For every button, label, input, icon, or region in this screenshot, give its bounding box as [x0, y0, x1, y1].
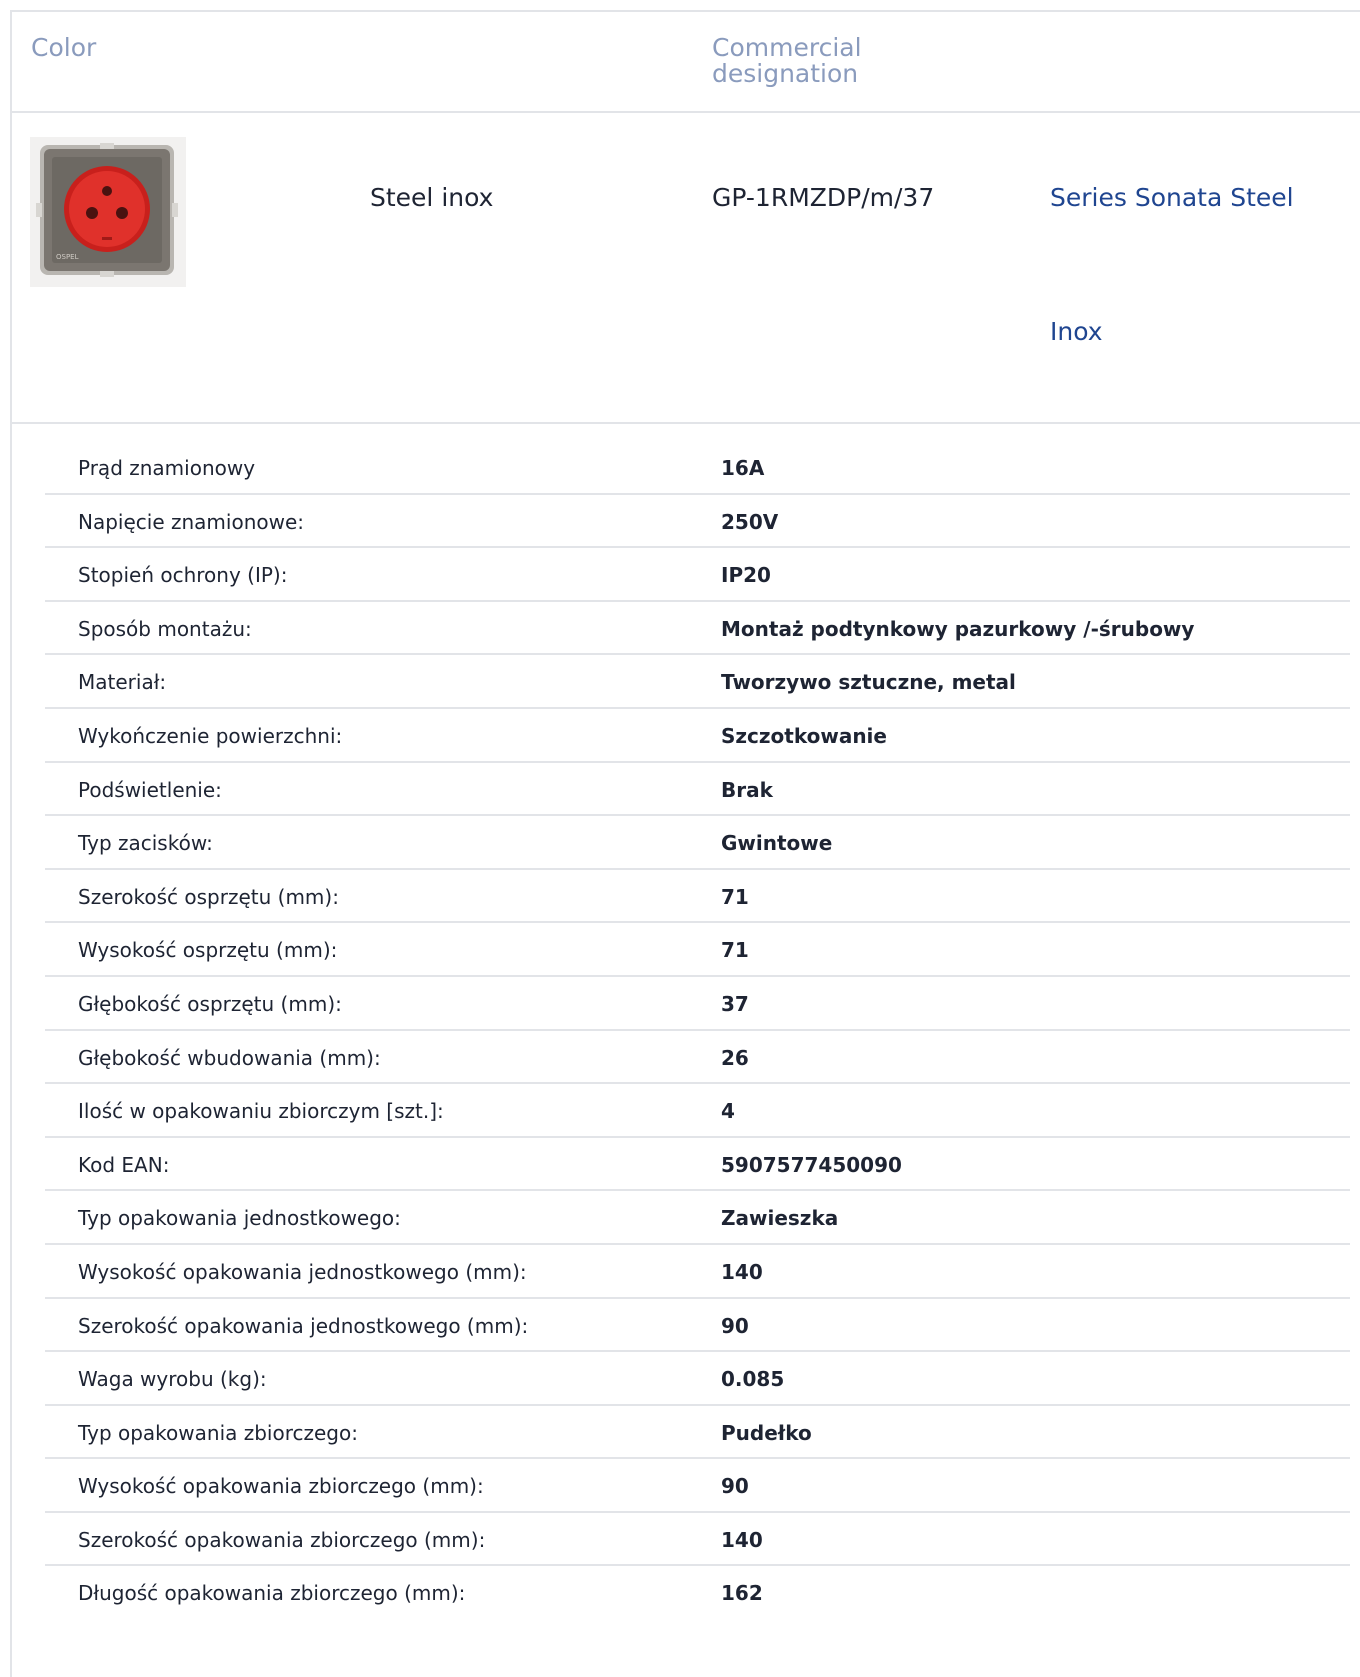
- svg-text:OSPEL: OSPEL: [56, 253, 79, 261]
- spec-value: 16A: [721, 456, 765, 480]
- spec-row: Typ opakowania jednostkowego: Zawieszka: [45, 1191, 1350, 1245]
- spec-label: Szerokość opakowania zbiorczego (mm):: [78, 1527, 486, 1552]
- spec-row: Waga wyrobu (kg): 0.085: [45, 1352, 1350, 1406]
- spec-label: Typ opakowania zbiorczego:: [78, 1420, 358, 1445]
- spec-row: Prąd znamionowy 16A: [45, 441, 1350, 495]
- spec-label: Materiał:: [78, 670, 167, 695]
- spec-label: Szerokość osprzętu (mm):: [78, 884, 339, 909]
- spec-value: Brak: [721, 777, 773, 802]
- spec-label: Podświetlenie:: [78, 777, 222, 802]
- spec-row: Kod EAN: 5907577450090: [45, 1138, 1350, 1192]
- spec-value: 4: [721, 1099, 735, 1124]
- spec-label: Typ opakowania jednostkowego:: [78, 1206, 401, 1231]
- spec-label: Wykończenie powierzchni:: [78, 723, 343, 748]
- spec-row: Głębokość wbudowania (mm): 26: [45, 1031, 1350, 1085]
- spec-value: Zawieszka: [721, 1206, 839, 1231]
- spec-row: Sposób montażu: Montaż podtynkowy pazurko…: [45, 602, 1350, 656]
- spec-value: Pudełko: [721, 1420, 812, 1445]
- spec-value: 90: [721, 1474, 749, 1499]
- spec-label: Głębokość osprzętu (mm):: [78, 991, 342, 1016]
- spec-row: Wykończenie powierzchni: Szczotkowanie: [45, 709, 1350, 763]
- spec-value: 90: [721, 1313, 749, 1338]
- spec-row: Szerokość opakowania zbiorczego (mm): 140: [45, 1513, 1350, 1567]
- spec-value: Gwintowe: [721, 831, 833, 856]
- spec-value: 0.085: [721, 1367, 785, 1392]
- series-link-continued[interactable]: Inox: [1050, 317, 1103, 346]
- spec-row: Materiał: Tworzywo sztuczne, metal: [45, 655, 1350, 709]
- spec-value: Montaż podtynkowy pazurkowy /-śrubowy: [721, 616, 1195, 641]
- spec-value: 37: [721, 991, 749, 1016]
- spec-value: 162: [721, 1581, 763, 1606]
- spec-value: 71: [721, 884, 749, 909]
- product-color: Steel inox: [370, 183, 494, 212]
- product-thumbnail[interactable]: OSPEL: [30, 137, 186, 287]
- spec-row: Wysokość opakowania jednostkowego (mm): 1…: [45, 1245, 1350, 1299]
- spec-label: Wysokość opakowania jednostkowego (mm):: [78, 1259, 527, 1284]
- specifications-table: Prąd znamionowy 16A Napięcie znamionowe: 2…: [45, 441, 1350, 1620]
- spec-row: Typ opakowania zbiorczego: Pudełko: [45, 1406, 1350, 1460]
- spec-label: Wysokość osprzętu (mm):: [78, 938, 338, 963]
- spec-row: Długość opakowania zbiorczego (mm): 162: [45, 1566, 1350, 1620]
- column-header-commercial-designation: Commercial designation: [712, 33, 862, 88]
- spec-label: Długość opakowania zbiorczego (mm):: [78, 1581, 466, 1606]
- spec-label: Stopień ochrony (IP):: [78, 563, 288, 588]
- spec-label: Kod EAN:: [78, 1152, 170, 1177]
- product-designation: GP-1RMZDP/m/37: [712, 183, 935, 212]
- spec-value: 140: [721, 1259, 763, 1284]
- socket-outlet-red-icon: OSPEL: [30, 137, 186, 287]
- spec-label: Wysokość opakowania zbiorczego (mm):: [78, 1474, 484, 1499]
- spec-row: Wysokość opakowania zbiorczego (mm): 90: [45, 1459, 1350, 1513]
- spec-value: 71: [721, 938, 749, 963]
- spec-label: Ilość w opakowaniu zbiorczym [szt.]:: [78, 1099, 444, 1124]
- spec-row: Typ zacisków: Gwintowe: [45, 816, 1350, 870]
- spec-value: 26: [721, 1045, 749, 1070]
- spec-label: Napięcie znamionowe:: [78, 509, 305, 534]
- spec-value: IP20: [721, 563, 771, 588]
- spec-row: Napięcie znamionowe: 250V: [45, 495, 1350, 549]
- spec-label: Waga wyrobu (kg):: [78, 1367, 267, 1392]
- column-header-color: Color: [31, 33, 97, 62]
- spec-row: Stopień ochrony (IP): IP20: [45, 548, 1350, 602]
- product-row: OSPEL Steel inox GP-1RMZDP/m/37 Series S…: [10, 113, 1360, 424]
- spec-row: Głębokość osprzętu (mm): 37: [45, 977, 1350, 1031]
- spec-value: 250V: [721, 509, 779, 534]
- spec-label: Sposób montażu:: [78, 616, 252, 641]
- spec-label: Głębokość wbudowania (mm):: [78, 1045, 381, 1070]
- table-header: Color Commercial designation: [10, 12, 1360, 113]
- spec-row: Ilość w opakowaniu zbiorczym [szt.]: 4: [45, 1084, 1350, 1138]
- spec-row: Wysokość osprzętu (mm): 71: [45, 923, 1350, 977]
- spec-row: Szerokość osprzętu (mm): 71: [45, 870, 1350, 924]
- spec-value: 5907577450090: [721, 1152, 902, 1177]
- spec-row: Podświetlenie: Brak: [45, 763, 1350, 817]
- spec-label: Typ zacisków:: [78, 831, 213, 856]
- spec-row: Szerokość opakowania jednostkowego (mm):…: [45, 1299, 1350, 1353]
- spec-label: Prąd znamionowy: [78, 456, 256, 480]
- spec-value: 140: [721, 1527, 763, 1552]
- spec-value: Szczotkowanie: [721, 723, 887, 748]
- series-link[interactable]: Series Sonata Steel: [1050, 183, 1294, 212]
- spec-label: Szerokość opakowania jednostkowego (mm):: [78, 1313, 529, 1338]
- spec-value: Tworzywo sztuczne, metal: [721, 670, 1016, 695]
